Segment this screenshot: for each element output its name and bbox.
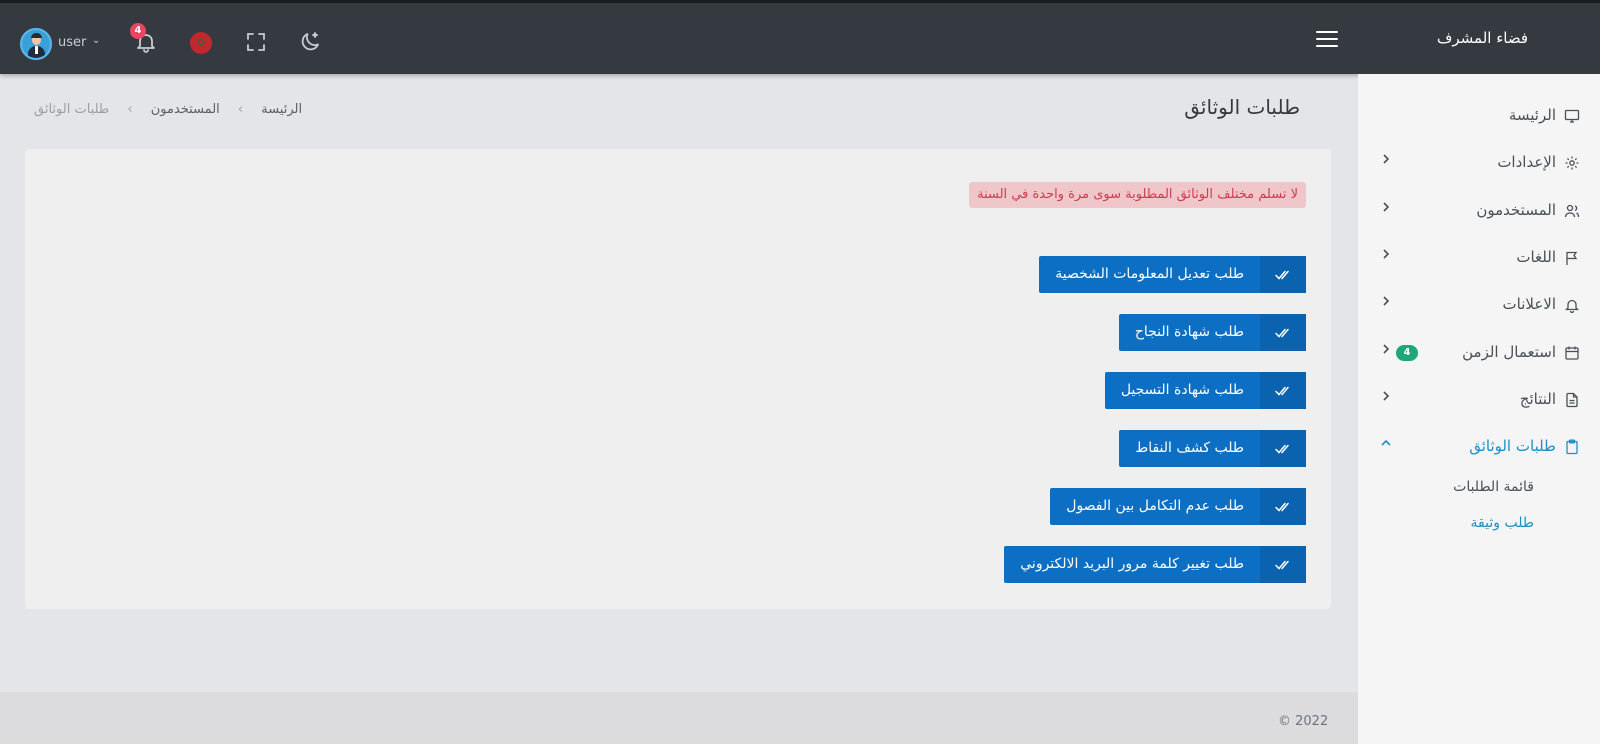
- breadcrumb-home-link[interactable]: الرئيسة: [261, 102, 302, 117]
- request-success-certificate-button[interactable]: طلب شهادة النجاح: [1118, 314, 1306, 351]
- yearly-limit-alert: لا تسلم مختلف الوثائق المطلوبة سوى مرة و…: [969, 182, 1306, 208]
- brand-title[interactable]: فضاء المشرف: [1437, 29, 1528, 47]
- user-name[interactable]: user: [58, 35, 86, 50]
- sidebar-item-document-requests[interactable]: طلبات الوثائق: [1358, 427, 1600, 467]
- request-registration-certificate-button[interactable]: طلب شهادة التسجيل: [1104, 372, 1306, 409]
- sidebar-item-label: اللغات: [1516, 248, 1556, 266]
- double-check-icon: [1260, 314, 1306, 351]
- chevron-icon: ‹: [237, 102, 244, 117]
- double-check-icon: [1260, 256, 1306, 293]
- sidebar-item-announcements[interactable]: الاعلانات: [1358, 285, 1600, 325]
- double-check-icon: [1260, 372, 1306, 409]
- clipboard-icon: [1564, 439, 1580, 455]
- sidebar-item-label: استعمال الزمن: [1462, 343, 1556, 361]
- timetable-count-badge: 4: [1396, 345, 1418, 361]
- sidebar-item-results[interactable]: النتائج: [1358, 380, 1600, 420]
- sidebar: الرئيسة الإعدادات المستخدمون اللغات الاع…: [1358, 74, 1600, 744]
- menu-toggle-icon[interactable]: [1316, 31, 1338, 48]
- request-transcript-button[interactable]: طلب كشف النقاط: [1119, 430, 1306, 467]
- sidebar-subitem-requests-list[interactable]: قائمة الطلبات: [1453, 479, 1534, 505]
- sidebar-item-timetable[interactable]: استعمال الزمن 4: [1358, 333, 1600, 373]
- chevron-left-icon: [1380, 343, 1392, 359]
- gear-icon: [1564, 155, 1580, 171]
- sidebar-item-home[interactable]: الرئيسة: [1358, 96, 1600, 136]
- breadcrumb-current: طلبات الوثائق: [34, 102, 110, 117]
- calendar-icon: [1564, 345, 1580, 361]
- chevron-left-icon: [1380, 390, 1392, 406]
- dark-mode-icon[interactable]: [298, 30, 322, 54]
- sidebar-item-label: النتائج: [1519, 390, 1556, 408]
- chevron-left-icon: [1380, 153, 1392, 169]
- fullscreen-icon[interactable]: [244, 30, 268, 54]
- chevron-left-icon: [1380, 295, 1392, 311]
- bell-icon: [1564, 297, 1580, 314]
- top-navbar: فضاء المشرف 4 user ⌄: [0, 0, 1600, 74]
- button-label: طلب تعديل المعلومات الشخصية: [1055, 266, 1244, 282]
- breadcrumb: طلبات الوثائق ‹ المستخدمون ‹ الرئيسة: [34, 102, 302, 117]
- sidebar-subitem-request-document[interactable]: طلب وثيقة: [1471, 515, 1534, 541]
- chevron-left-icon: [1380, 248, 1392, 264]
- button-label: طلب شهادة التسجيل: [1120, 382, 1244, 398]
- users-icon: [1564, 203, 1580, 219]
- sidebar-item-label: المستخدمون: [1476, 201, 1556, 219]
- sidebar-item-users[interactable]: المستخدمون: [1358, 191, 1600, 231]
- sidebar-item-label: الاعلانات: [1502, 295, 1557, 313]
- button-label: طلب شهادة النجاح: [1134, 324, 1244, 340]
- button-label: طلب تغيير كلمة مرور البريد الالكتروني: [1020, 556, 1244, 572]
- sidebar-item-label: الإعدادات: [1497, 153, 1556, 171]
- button-label: طلب كشف النقاط: [1135, 440, 1244, 456]
- double-check-icon: [1260, 546, 1306, 583]
- language-flag-icon[interactable]: [190, 32, 212, 54]
- sidebar-item-label: طلبات الوثائق: [1469, 437, 1556, 455]
- chevron-down-icon[interactable]: ⌄: [92, 35, 100, 46]
- breadcrumb-users-link[interactable]: المستخدمون: [151, 102, 220, 117]
- notifications-badge: 4: [130, 23, 146, 39]
- sidebar-item-label: الرئيسة: [1508, 106, 1556, 124]
- footer: © 2022: [0, 692, 1358, 744]
- document-requests-card: لا تسلم مختلف الوثائق المطلوبة سوى مرة و…: [25, 149, 1331, 609]
- request-email-password-change-button[interactable]: طلب تغيير كلمة مرور البريد الالكتروني: [1004, 546, 1306, 583]
- avatar[interactable]: [20, 28, 52, 60]
- sidebar-item-languages[interactable]: اللغات: [1358, 238, 1600, 278]
- flag-icon: [1564, 250, 1580, 266]
- monitor-icon: [1564, 108, 1580, 124]
- sidebar-item-settings[interactable]: الإعدادات: [1358, 143, 1600, 183]
- file-icon: [1564, 392, 1580, 408]
- double-check-icon: [1260, 488, 1306, 525]
- double-check-icon: [1260, 430, 1306, 467]
- chevron-up-icon: [1380, 437, 1392, 453]
- request-edit-personal-info-button[interactable]: طلب تعديل المعلومات الشخصية: [1039, 256, 1306, 293]
- page-title: طلبات الوثائق: [1184, 95, 1300, 119]
- chevron-icon: ‹: [127, 102, 133, 117]
- button-label: طلب عدم التكامل بين الفصول: [1066, 498, 1244, 514]
- request-semester-non-integration-button[interactable]: طلب عدم التكامل بين الفصول: [1050, 488, 1306, 525]
- copyright-text: © 2022: [1278, 714, 1329, 729]
- chevron-left-icon: [1380, 201, 1392, 217]
